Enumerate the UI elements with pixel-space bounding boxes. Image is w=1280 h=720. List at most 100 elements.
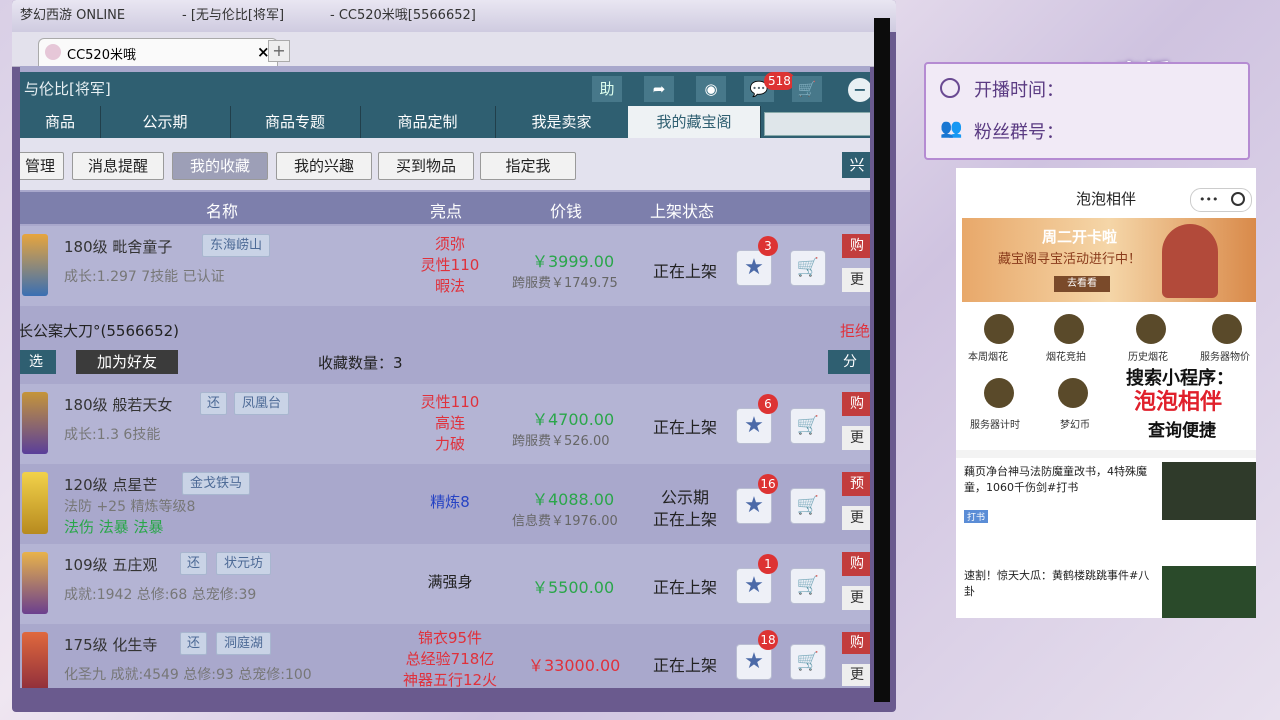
new-tab-button[interactable]: + <box>268 40 290 62</box>
subtab-notice[interactable]: 消息提醒 <box>72 152 164 180</box>
return-tag: 还 <box>180 632 208 655</box>
subtab-bought[interactable]: 买到物品 <box>378 152 474 180</box>
news-item-1[interactable]: 藕页净台神马法防魔童改书，4特殊魔童，1060千伤剑#打书 <box>964 464 1150 496</box>
more-button[interactable]: 更 <box>842 426 870 450</box>
tab-products[interactable]: 商品 <box>20 106 101 138</box>
table-row[interactable]: 180级 毗舍童子 东海崂山 成长:1.297 7技能 已认证 须弥 灵性110… <box>20 226 870 306</box>
table-row[interactable]: 120级 点星芒 金戈铁马 法防 +25 精炼等级8 法伤 法暴 法暴 精炼8 … <box>20 464 870 544</box>
item-price: ￥5500.00 <box>532 578 615 597</box>
item-status: 正在上架 <box>652 262 717 281</box>
item-name: 180级 般若天女 <box>64 396 173 414</box>
icon-label: 本周烟花 <box>968 352 1008 363</box>
item-status: 正在上架 <box>652 418 717 437</box>
window-title-bar: 梦幻西游 ONLINE - [无与伦比[将军] - CC520米哦[556665… <box>12 0 896 32</box>
more-button[interactable]: 更 <box>842 664 870 686</box>
more-button[interactable]: 更 <box>842 506 870 530</box>
item-name: 120级 点星芒 <box>64 476 158 494</box>
highlight-line: 精炼8 <box>430 493 470 511</box>
server-tag: 凤凰台 <box>234 392 290 415</box>
item-stats: 成长:1.3 6技能 <box>64 427 161 443</box>
banner-button[interactable]: 去看看 <box>1054 276 1110 292</box>
subtab-favorites[interactable]: 我的收藏 <box>172 152 268 180</box>
buy-button[interactable]: 购 <box>842 392 870 416</box>
window-scrollbar[interactable] <box>874 18 890 702</box>
col-price: 价钱 <box>550 202 583 221</box>
promo-tagline: 查询便捷 <box>1148 421 1216 441</box>
auction-icon[interactable] <box>1054 314 1084 344</box>
help-button[interactable]: 助 <box>592 76 622 102</box>
buy-button[interactable]: 购 <box>842 552 870 576</box>
news-thumbnail[interactable] <box>1162 566 1256 618</box>
table-row[interactable]: 180级 般若天女 还 凤凰台 成长:1.3 6技能 灵性110 高连 力破 ￥… <box>20 384 870 464</box>
tab-publicity[interactable]: 公示期 <box>100 106 231 138</box>
more-button[interactable]: 更 <box>842 268 870 292</box>
news-thumbnail[interactable] <box>1162 462 1256 520</box>
news-item-2[interactable]: 速割！惊天大瓜：黄鹤楼跳跳事件#八卦 <box>964 568 1154 600</box>
item-name: 175级 化生寺 <box>64 636 158 654</box>
highlight-line: 力破 <box>434 435 465 453</box>
cart-icon[interactable]: 🛒 <box>792 76 822 102</box>
add-cart-icon[interactable]: 🛒 <box>790 408 826 444</box>
buy-button[interactable]: 购 <box>842 632 870 654</box>
item-price: ￥3999.00 <box>532 252 615 271</box>
tab-seller[interactable]: 我是卖家 <box>495 106 629 138</box>
window-title-char: - [无与伦比[将军] <box>182 8 285 23</box>
add-friend-button[interactable]: 加为好友 <box>76 350 178 374</box>
reserve-button[interactable]: 预 <box>842 472 870 496</box>
close-circle-icon[interactable] <box>1231 192 1245 206</box>
tab-custom[interactable]: 商品定制 <box>360 106 496 138</box>
return-tag: 还 <box>200 392 228 415</box>
seller-left-button[interactable]: 选 <box>20 350 56 374</box>
promo-name: 泡泡相伴 <box>1134 390 1223 415</box>
col-highlight: 亮点 <box>430 202 463 221</box>
more-button[interactable]: 更 <box>842 586 870 610</box>
timer-icon[interactable] <box>984 378 1014 408</box>
subtab-manage[interactable]: 管理 <box>20 152 64 180</box>
add-cart-icon[interactable]: 🛒 <box>790 568 826 604</box>
item-stats: 成长:1.297 7技能 已认证 <box>64 269 225 285</box>
history-icon[interactable] <box>1136 314 1166 344</box>
server-tag: 金戈铁马 <box>182 472 251 495</box>
coin-icon[interactable] <box>1058 378 1088 408</box>
firework-icon[interactable] <box>984 314 1014 344</box>
reject-link[interactable]: 拒绝 <box>840 320 870 341</box>
minimize-icon[interactable]: − <box>848 78 870 102</box>
return-tag: 还 <box>180 552 208 575</box>
subtab-assigned[interactable]: 指定我 <box>480 152 576 180</box>
add-cart-icon[interactable]: 🛒 <box>790 488 826 524</box>
highlight-line: 灵性110 <box>420 393 480 411</box>
subtab-interests[interactable]: 我的兴趣 <box>276 152 372 180</box>
fav-count-badge: 16 <box>758 474 778 494</box>
game-ui: 与伦比[将军] 助 ➦ ◉ 💬 518 🛒 − 商品 公示期 商品专题 商品定制… <box>20 66 870 688</box>
add-cart-icon[interactable]: 🛒 <box>790 644 826 680</box>
seller-right-button[interactable]: 分 <box>828 350 870 374</box>
record-icon[interactable]: ◉ <box>696 76 726 102</box>
item-portrait <box>22 552 48 614</box>
highlight-line: 须弥 <box>434 235 465 253</box>
start-time-label: 开播时间： <box>974 80 1064 101</box>
item-portrait <box>22 472 48 534</box>
item-name: 109级 五庄观 <box>64 556 158 574</box>
banner[interactable]: 周二开卡啦 藏宝阁寻宝活动进行中！ 去看看 <box>962 218 1256 302</box>
item-stats-extra: 法伤 法暴 法暴 <box>64 518 164 536</box>
search-input[interactable] <box>764 112 870 136</box>
price-icon[interactable] <box>1212 314 1242 344</box>
table-row[interactable]: 175级 化生寺 还 洞庭湖 化圣九 成就:4549 总修:93 总宠修:100… <box>20 624 870 688</box>
item-highlight: 须弥 灵性110 暇法 <box>400 234 500 297</box>
table-row[interactable]: 109级 五庄观 还 状元坊 成就:1942 总修:68 总宠修:39 满强身 … <box>20 544 870 624</box>
right-sub-button[interactable]: 兴 <box>842 152 870 178</box>
char-header: 与伦比[将军] 助 ➦ ◉ 💬 518 🛒 − <box>20 72 870 106</box>
item-name: 180级 毗舍童子 <box>64 238 173 256</box>
add-cart-icon[interactable]: 🛒 <box>790 250 826 286</box>
tab-topics[interactable]: 商品专题 <box>230 106 361 138</box>
more-icon[interactable]: ••• <box>1199 189 1218 211</box>
divider <box>956 450 1256 458</box>
item-fee: 跨服费￥1749.75 <box>512 276 618 291</box>
highlight-line: 锦衣95件 <box>417 629 483 647</box>
capsule-menu[interactable]: ••• <box>1190 188 1252 212</box>
share-icon[interactable]: ➦ <box>644 76 674 102</box>
tab-my-treasure[interactable]: 我的藏宝阁 <box>628 106 761 138</box>
server-tag: 东海崂山 <box>202 234 271 257</box>
browser-tab[interactable]: CC520米哦 × <box>38 38 278 67</box>
buy-button[interactable]: 购 <box>842 234 870 258</box>
